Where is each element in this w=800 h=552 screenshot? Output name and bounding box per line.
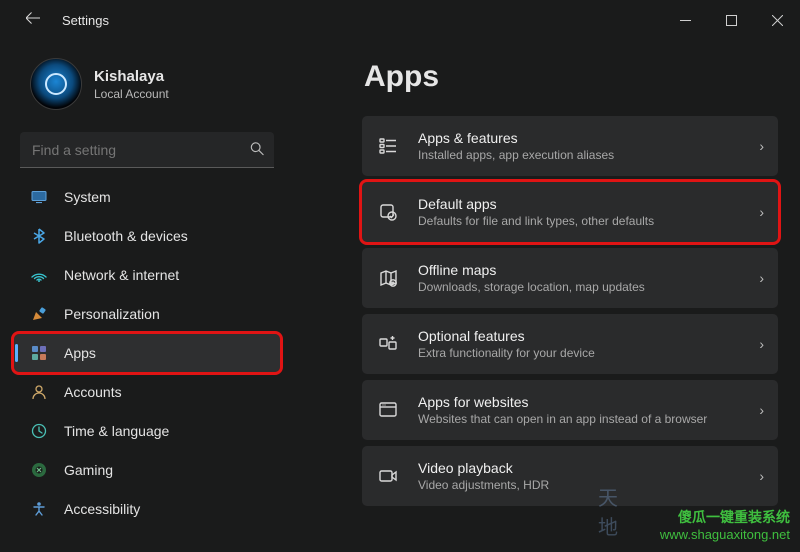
chevron-right-icon: ›: [759, 138, 764, 154]
profile[interactable]: Kishalaya Local Account: [30, 58, 282, 110]
sidebar-item-gaming[interactable]: Gaming: [14, 451, 280, 489]
apps-features-icon: [376, 136, 400, 156]
accessibility-icon: [28, 501, 50, 517]
card-title: Apps for websites: [418, 394, 759, 410]
sidebar-item-label: Bluetooth & devices: [64, 228, 188, 244]
card-sub: Downloads, storage location, map updates: [418, 280, 759, 294]
bluetooth-icon: [28, 228, 50, 244]
chevron-right-icon: ›: [759, 204, 764, 220]
window-title: Settings: [62, 13, 109, 28]
profile-sub: Local Account: [94, 87, 169, 101]
sidebar-item-label: Network & internet: [64, 267, 179, 283]
card-sub: Websites that can open in an app instead…: [418, 412, 759, 426]
content-area: Kishalaya Local Account System Bluetooth…: [0, 40, 800, 529]
card-title: Default apps: [418, 196, 759, 212]
page-title: Apps: [364, 60, 778, 94]
sidebar: Kishalaya Local Account System Bluetooth…: [12, 40, 292, 529]
time-icon: [28, 423, 50, 439]
network-icon: [28, 267, 50, 283]
sidebar-item-accessibility[interactable]: Accessibility: [14, 490, 280, 528]
profile-name: Kishalaya: [94, 68, 169, 85]
maps-icon: [376, 268, 400, 288]
card-sub: Defaults for file and link types, other …: [418, 214, 759, 228]
sidebar-item-personalization[interactable]: Personalization: [14, 295, 280, 333]
video-icon: [376, 466, 400, 486]
watermark-line2: www.shaguaxitong.net: [660, 527, 790, 542]
sidebar-item-label: System: [64, 189, 111, 205]
sidebar-item-label: Time & language: [64, 423, 169, 439]
card-apps-websites[interactable]: Apps for websites Websites that can open…: [362, 380, 778, 440]
card-title: Offline maps: [418, 262, 759, 278]
default-apps-icon: [376, 202, 400, 222]
sidebar-item-network[interactable]: Network & internet: [14, 256, 280, 294]
sidebar-item-label: Gaming: [64, 462, 113, 478]
sidebar-item-label: Accessibility: [64, 501, 140, 517]
card-video-playback[interactable]: Video playback Video adjustments, HDR ›: [362, 446, 778, 506]
sidebar-item-apps[interactable]: Apps: [14, 334, 280, 372]
sidebar-item-label: Personalization: [64, 306, 160, 322]
card-sub: Extra functionality for your device: [418, 346, 759, 360]
gaming-icon: [28, 462, 50, 478]
sidebar-item-accounts[interactable]: Accounts: [14, 373, 280, 411]
sidebar-item-bluetooth[interactable]: Bluetooth & devices: [14, 217, 280, 255]
close-button[interactable]: [754, 0, 800, 40]
system-icon: [28, 189, 50, 205]
card-optional-features[interactable]: Optional features Extra functionality fo…: [362, 314, 778, 374]
chevron-right-icon: ›: [759, 402, 764, 418]
sidebar-item-system[interactable]: System: [14, 178, 280, 216]
window-controls: [662, 0, 800, 40]
search-icon: [250, 142, 264, 159]
card-default-apps[interactable]: Default apps Defaults for file and link …: [362, 182, 778, 242]
card-title: Optional features: [418, 328, 759, 344]
card-offline-maps[interactable]: Offline maps Downloads, storage location…: [362, 248, 778, 308]
main-pane: Apps Apps & features Installed apps, app…: [292, 40, 788, 529]
nav-list: System Bluetooth & devices Network & int…: [12, 178, 282, 528]
chevron-right-icon: ›: [759, 270, 764, 286]
avatar: [30, 58, 82, 110]
back-button[interactable]: [22, 11, 44, 29]
personalization-icon: [28, 306, 50, 322]
minimize-button[interactable]: [662, 0, 708, 40]
apps-icon: [28, 345, 50, 361]
settings-cards: Apps & features Installed apps, app exec…: [362, 116, 778, 506]
search: [20, 132, 274, 168]
sidebar-item-label: Apps: [64, 345, 96, 361]
search-input[interactable]: [20, 132, 274, 168]
card-sub: Video adjustments, HDR: [418, 478, 759, 492]
sidebar-item-time[interactable]: Time & language: [14, 412, 280, 450]
chevron-right-icon: ›: [759, 468, 764, 484]
card-title: Video playback: [418, 460, 759, 476]
chevron-right-icon: ›: [759, 336, 764, 352]
websites-icon: [376, 400, 400, 420]
accounts-icon: [28, 384, 50, 400]
sidebar-item-label: Accounts: [64, 384, 122, 400]
maximize-button[interactable]: [708, 0, 754, 40]
card-title: Apps & features: [418, 130, 759, 146]
titlebar: Settings: [0, 0, 800, 40]
card-sub: Installed apps, app execution aliases: [418, 148, 759, 162]
card-apps-features[interactable]: Apps & features Installed apps, app exec…: [362, 116, 778, 176]
profile-text: Kishalaya Local Account: [94, 68, 169, 101]
optional-icon: [376, 334, 400, 354]
